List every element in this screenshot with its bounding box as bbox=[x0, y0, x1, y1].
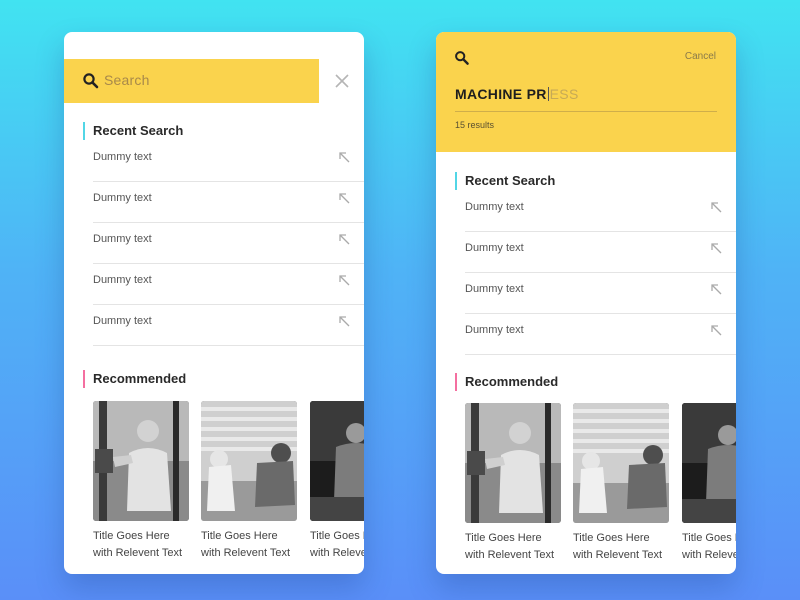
arrow-up-left-icon[interactable] bbox=[338, 315, 350, 327]
arrow-up-left-icon[interactable] bbox=[338, 233, 350, 245]
arrow-up-left-icon[interactable] bbox=[710, 324, 722, 336]
recommended-carousel[interactable]: Title Goes Here with Relevent Text Title… bbox=[465, 403, 736, 573]
recommended-title: Title Goes Here with Relevent Text bbox=[682, 532, 736, 561]
recent-search-item[interactable]: Dummy text bbox=[93, 182, 364, 223]
recent-search-label: Dummy text bbox=[465, 201, 524, 213]
typed-query: MACHINE PR bbox=[455, 86, 547, 102]
recommended-card[interactable]: Title Goes Here with Relevent Text bbox=[310, 401, 364, 562]
recent-search-item[interactable]: Dummy text bbox=[93, 305, 364, 346]
close-icon[interactable] bbox=[332, 71, 352, 91]
recent-search-label: Dummy text bbox=[465, 242, 524, 254]
recent-search-item[interactable]: Dummy text bbox=[465, 273, 736, 314]
recommended-card[interactable]: Title Goes Here with Relevent Text bbox=[573, 403, 669, 564]
search-query-input[interactable]: MACHINE PR ESS bbox=[455, 86, 579, 102]
search-icon bbox=[83, 73, 99, 89]
recommended-title: Title Goes Here with Relevent Text bbox=[465, 532, 555, 561]
recent-search-item[interactable]: Dummy text bbox=[93, 141, 364, 182]
recent-search-heading: Recent Search bbox=[455, 172, 555, 190]
recent-search-label: Dummy text bbox=[465, 324, 524, 336]
search-header: Cancel MACHINE PR ESS 15 results bbox=[436, 32, 736, 152]
recent-search-item[interactable]: Dummy text bbox=[93, 264, 364, 305]
recommended-title: Title Goes Here with Relevent Text bbox=[201, 530, 291, 559]
search-icon[interactable] bbox=[454, 50, 470, 66]
query-underline bbox=[455, 111, 717, 112]
workout-photo bbox=[201, 401, 297, 521]
recent-search-label: Dummy text bbox=[93, 192, 152, 204]
arrow-up-left-icon[interactable] bbox=[710, 283, 722, 295]
arrow-up-left-icon[interactable] bbox=[338, 151, 350, 163]
recommended-title: Title Goes Here with Relevent Text bbox=[573, 532, 663, 561]
recent-search-label: Dummy text bbox=[93, 315, 152, 327]
arrow-up-left-icon[interactable] bbox=[338, 192, 350, 204]
recent-search-label: Dummy text bbox=[93, 233, 152, 245]
arrow-up-left-icon[interactable] bbox=[710, 242, 722, 254]
recent-search-label: Dummy text bbox=[93, 151, 152, 163]
recommended-card[interactable]: Title Goes Here with Relevent Text bbox=[682, 403, 736, 564]
recent-search-label: Dummy text bbox=[465, 283, 524, 295]
search-input[interactable]: Search bbox=[64, 59, 319, 103]
recommended-carousel[interactable]: Title Goes Here with Relevent Text Title… bbox=[93, 401, 364, 571]
search-placeholder: Search bbox=[104, 72, 150, 88]
recommended-title: Title Goes Here with Relevent Text bbox=[310, 530, 364, 559]
recent-search-item[interactable]: Dummy text bbox=[465, 232, 736, 273]
recommended-card[interactable]: Title Goes Here with Relevent Text bbox=[465, 403, 561, 564]
recommended-heading: Recommended bbox=[83, 370, 186, 388]
search-screen-default: Search Recent Search Dummy text Dummy te… bbox=[64, 32, 364, 574]
recommended-card[interactable]: Title Goes Here with Relevent Text bbox=[93, 401, 189, 562]
recent-search-item[interactable]: Dummy text bbox=[465, 314, 736, 355]
recent-search-list: Dummy text Dummy text Dummy text Dummy t… bbox=[465, 191, 736, 355]
recent-search-list: Dummy text Dummy text Dummy text Dummy t… bbox=[93, 141, 364, 346]
recent-search-label: Dummy text bbox=[93, 274, 152, 286]
cancel-button[interactable]: Cancel bbox=[685, 51, 716, 62]
recent-search-heading: Recent Search bbox=[83, 122, 183, 140]
recommended-heading: Recommended bbox=[455, 373, 558, 391]
workout-photo bbox=[682, 403, 736, 523]
workout-photo bbox=[465, 403, 561, 523]
recent-search-item[interactable]: Dummy text bbox=[93, 223, 364, 264]
workout-photo bbox=[93, 401, 189, 521]
autocomplete-suggestion: ESS bbox=[549, 86, 579, 102]
recent-search-item[interactable]: Dummy text bbox=[465, 191, 736, 232]
text-caret bbox=[547, 87, 549, 101]
workout-photo bbox=[573, 403, 669, 523]
recommended-title: Title Goes Here with Relevent Text bbox=[93, 530, 183, 559]
recommended-card[interactable]: Title Goes Here with Relevent Text bbox=[201, 401, 297, 562]
arrow-up-left-icon[interactable] bbox=[710, 201, 722, 213]
arrow-up-left-icon[interactable] bbox=[338, 274, 350, 286]
search-screen-results: Cancel MACHINE PR ESS 15 results Recent S… bbox=[436, 32, 736, 574]
workout-photo bbox=[310, 401, 364, 521]
results-count: 15 results bbox=[455, 120, 495, 130]
